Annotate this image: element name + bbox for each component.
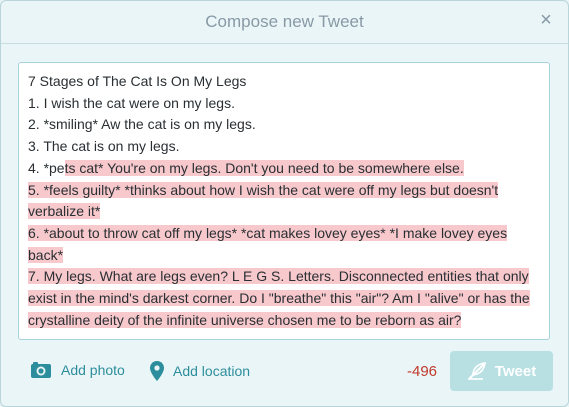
overflow-highlight: ts cat* You're on my legs. Don't you nee… (64, 159, 464, 176)
tweet-line-1: 1. I wish the cat were on my legs. (28, 93, 539, 115)
compose-tweet-dialog: Compose new Tweet × 7 Stages of The Cat … (0, 0, 569, 407)
compose-toolbar: Add photo Add location -496 Tweet (1, 349, 568, 393)
dialog-header: Compose new Tweet × (1, 1, 568, 44)
tweet-line-text: 4. *pe (28, 159, 65, 176)
tweet-line-text: 7 Stages of The Cat Is On My Legs (28, 73, 247, 89)
compose-quill-icon (467, 362, 486, 380)
tweet-line-text: 3. The cat is on my legs. (28, 138, 180, 155)
tweet-button-label: Tweet (494, 362, 537, 380)
add-location-label: Add location (173, 363, 251, 379)
tweet-line-5: 5. *feels guilty* *thinks about how I wi… (28, 180, 539, 223)
map-pin-icon (150, 361, 164, 381)
tweet-line-6: 6. *about to throw cat off my legs* *cat… (28, 223, 539, 266)
tweet-line-0: 7 Stages of The Cat Is On My Legs (28, 71, 539, 93)
overflow-highlight: 6. *about to throw cat off my legs* *cat… (28, 224, 508, 263)
tweet-line-text: 1. I wish the cat were on my legs. (28, 94, 235, 111)
dialog-title: Compose new Tweet (205, 12, 364, 31)
character-counter: -496 (407, 363, 438, 380)
camera-icon (31, 362, 51, 378)
tweet-line-text: 2. *smiling* Aw the cat is on my legs. (28, 116, 256, 133)
overflow-highlight: 7. My legs. What are legs even? L E G S.… (28, 268, 530, 328)
add-photo-button[interactable]: Add photo (30, 361, 125, 379)
tweet-line-2: 2. *smiling* Aw the cat is on my legs. (28, 114, 539, 136)
tweet-line-4: 4. *pets cat* You're on my legs. Don't y… (28, 158, 539, 180)
tweet-line-3: 3. The cat is on my legs. (28, 136, 539, 158)
tweet-text-editor[interactable]: 7 Stages of The Cat Is On My Legs 1. I w… (18, 62, 550, 340)
overflow-highlight: 5. *feels guilty* *thinks about how I wi… (28, 181, 499, 220)
close-icon[interactable]: × (536, 10, 556, 30)
tweet-line-7: 7. My legs. What are legs even? L E G S.… (28, 266, 539, 331)
add-photo-label: Add photo (61, 362, 125, 378)
tweet-button[interactable]: Tweet (450, 351, 553, 391)
add-location-button[interactable]: Add location (150, 361, 250, 381)
